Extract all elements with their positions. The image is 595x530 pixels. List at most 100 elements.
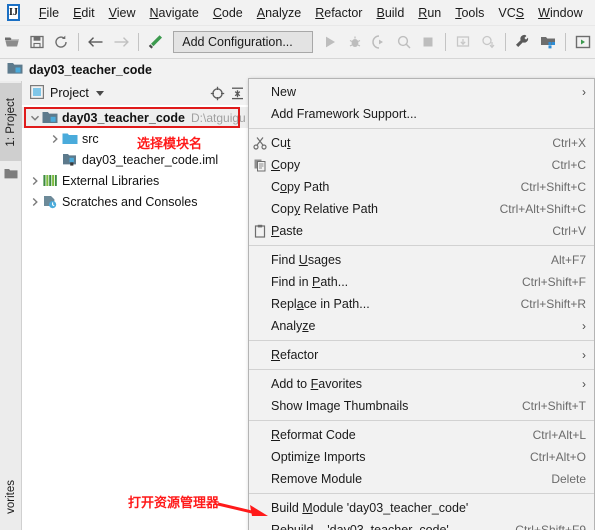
chevron-right-icon: › bbox=[582, 85, 586, 99]
chevron-right-icon[interactable] bbox=[28, 174, 42, 188]
tree-node-external-libraries[interactable]: External Libraries bbox=[22, 170, 262, 191]
menu-h[interactable]: H bbox=[590, 3, 595, 23]
context-menu-item-cut[interactable]: Cut Ctrl+X bbox=[249, 132, 594, 154]
breadcrumb-project-name[interactable]: day03_teacher_code bbox=[29, 63, 152, 77]
context-menu-item-label: Add Framework Support... bbox=[271, 107, 417, 121]
context-menu-item-label: Paste bbox=[271, 224, 303, 238]
collapse-all-icon[interactable] bbox=[227, 83, 247, 103]
save-icon[interactable] bbox=[25, 29, 47, 55]
menu-refactor[interactable]: Refactor bbox=[308, 3, 369, 23]
back-arrow-icon[interactable] bbox=[85, 29, 107, 55]
context-menu-item-shortcut: Ctrl+Shift+F9 bbox=[515, 523, 586, 530]
module-folder-icon bbox=[7, 61, 23, 79]
chevron-right-icon[interactable] bbox=[28, 195, 42, 209]
sidebar-item-project-tab[interactable]: 1: Project bbox=[0, 83, 22, 161]
menu-run[interactable]: Run bbox=[411, 3, 448, 23]
context-menu-item-shortcut: Ctrl+X bbox=[552, 136, 586, 150]
context-menu-item-paste[interactable]: Paste Ctrl+V bbox=[249, 220, 594, 242]
intellij-logo-icon: IJ bbox=[7, 4, 20, 21]
context-menu-item-label: Build Module 'day03_teacher_code' bbox=[271, 501, 469, 515]
context-menu-item-label: Copy bbox=[271, 158, 301, 172]
context-menu-item-new[interactable]: New › bbox=[249, 81, 594, 103]
context-menu-item-replace-in-path[interactable]: Replace in Path... Ctrl+Shift+R bbox=[249, 293, 594, 315]
menu-code[interactable]: Code bbox=[206, 3, 250, 23]
open-folder-icon[interactable] bbox=[1, 29, 23, 55]
context-menu-item-build-module-day03-teacher-code[interactable]: Build Module 'day03_teacher_code' bbox=[249, 497, 594, 519]
chevron-down-icon[interactable] bbox=[28, 111, 42, 125]
tree-node-day03-teacher-code-iml[interactable]: day03_teacher_code.iml bbox=[22, 149, 262, 170]
wrench-settings-icon[interactable] bbox=[512, 29, 534, 55]
context-menu-item-remove-module[interactable]: Remove Module Delete bbox=[249, 468, 594, 490]
context-menu-separator bbox=[249, 245, 594, 246]
project-panel-title: Project bbox=[50, 86, 89, 100]
context-menu-item-label: Show Image Thumbnails bbox=[271, 399, 409, 413]
main-toolbar: Add Configuration... bbox=[0, 26, 595, 59]
sidebar-item-favorites-tab[interactable]: vorites bbox=[0, 464, 22, 530]
menu-tools[interactable]: Tools bbox=[448, 3, 491, 23]
context-menu-item-rebuild-day03-teacher-code[interactable]: Rebuild ...'day03_teacher_code' Ctrl+Shif… bbox=[249, 519, 594, 530]
menu-file[interactable]: File bbox=[32, 3, 66, 23]
context-menu-item-copy-relative-path[interactable]: Copy Relative Path Ctrl+Alt+Shift+C bbox=[249, 198, 594, 220]
context-menu: New › Add Framework Support... Cut Ctrl+X Cop… bbox=[248, 78, 595, 530]
source-root-folder-icon bbox=[62, 131, 78, 147]
context-menu-separator bbox=[249, 493, 594, 494]
run-profile-icon bbox=[393, 29, 415, 55]
folder-icon[interactable] bbox=[4, 167, 18, 180]
sidebar-project-tab-label: 1: Project bbox=[5, 97, 17, 147]
locate-target-icon[interactable] bbox=[207, 83, 227, 103]
context-menu-item-reformat-code[interactable]: Reformat Code Ctrl+Alt+L bbox=[249, 424, 594, 446]
annotation-arrow-icon bbox=[217, 502, 268, 516]
context-menu-item-refactor[interactable]: Refactor › bbox=[249, 344, 594, 366]
context-menu-item-copy-path[interactable]: Copy Path Ctrl+Shift+C bbox=[249, 176, 594, 198]
menu-window[interactable]: Window bbox=[531, 3, 589, 23]
tree-node-label: src bbox=[82, 131, 99, 146]
context-menu-item-shortcut: Ctrl+Alt+L bbox=[532, 428, 586, 442]
tree-node-path: D:\atguigu bbox=[191, 110, 246, 125]
context-menu-item-analyze[interactable]: Analyze › bbox=[249, 315, 594, 337]
context-menu-item-find-in-path[interactable]: Find in Path... Ctrl+Shift+F bbox=[249, 271, 594, 293]
context-menu-item-shortcut: Ctrl+C bbox=[551, 158, 586, 172]
menu-build[interactable]: Build bbox=[369, 3, 411, 23]
context-menu-item-optimize-imports[interactable]: Optimize Imports Ctrl+Alt+O bbox=[249, 446, 594, 468]
tree-node-label: External Libraries bbox=[62, 173, 160, 188]
context-menu-item-label: Replace in Path... bbox=[271, 297, 370, 311]
context-menu-item-shortcut: Ctrl+Alt+O bbox=[529, 450, 586, 464]
chevron-right-icon: › bbox=[582, 319, 586, 333]
toolbar-separator bbox=[137, 33, 139, 51]
run-configuration-selector[interactable]: Add Configuration... bbox=[173, 31, 314, 53]
chevron-right-icon[interactable] bbox=[48, 132, 62, 146]
context-menu-item-show-image-thumbnails[interactable]: Show Image Thumbnails Ctrl+Shift+T bbox=[249, 395, 594, 417]
context-menu-separator bbox=[249, 340, 594, 341]
context-menu-separator bbox=[249, 369, 594, 370]
stop-icon bbox=[417, 29, 439, 55]
context-menu-item-label: Analyze bbox=[271, 319, 316, 333]
iml-module-file-icon bbox=[62, 152, 78, 168]
menu-analyze[interactable]: Analyze bbox=[250, 3, 308, 23]
context-menu-item-find-usages[interactable]: Find Usages Alt+F7 bbox=[249, 249, 594, 271]
tree-node-day03-teacher-code[interactable]: day03_teacher_code D:\atguigu bbox=[22, 107, 262, 128]
menu-view[interactable]: View bbox=[102, 3, 143, 23]
menu-navigate[interactable]: Navigate bbox=[143, 3, 206, 23]
context-menu-separator bbox=[249, 128, 594, 129]
project-panel-header: Project bbox=[22, 81, 262, 105]
build-hammer-icon[interactable] bbox=[145, 29, 167, 55]
sync-icon[interactable] bbox=[50, 29, 72, 55]
context-menu-item-label: Add to Favorites bbox=[271, 377, 363, 391]
project-structure-icon[interactable] bbox=[536, 29, 558, 55]
idea-window: IJ File Edit View Navigate Code Analyze Refact… bbox=[0, 0, 595, 530]
annotation-select-module: 选择模块名 bbox=[137, 137, 203, 152]
tree-node-scratches-and-consoles[interactable]: Scratches and Consoles bbox=[22, 191, 262, 212]
chevron-down-icon[interactable] bbox=[95, 90, 104, 96]
context-menu-item-add-framework-support[interactable]: Add Framework Support... bbox=[249, 103, 594, 125]
menu-vcs[interactable]: VCS bbox=[491, 3, 531, 23]
debug-icon bbox=[344, 29, 366, 55]
toolbar-separator bbox=[564, 33, 566, 51]
menu-edit[interactable]: Edit bbox=[66, 3, 102, 23]
terminal-icon[interactable] bbox=[572, 29, 594, 55]
project-view-icon bbox=[30, 84, 45, 102]
context-menu-item-label: Find Usages bbox=[271, 253, 342, 267]
context-menu-item-add-to-favorites[interactable]: Add to Favorites › bbox=[249, 373, 594, 395]
context-menu-item-shortcut: Ctrl+Shift+F bbox=[521, 275, 586, 289]
context-menu-item-label: Cut bbox=[271, 136, 291, 150]
context-menu-item-copy[interactable]: Copy Ctrl+C bbox=[249, 154, 594, 176]
